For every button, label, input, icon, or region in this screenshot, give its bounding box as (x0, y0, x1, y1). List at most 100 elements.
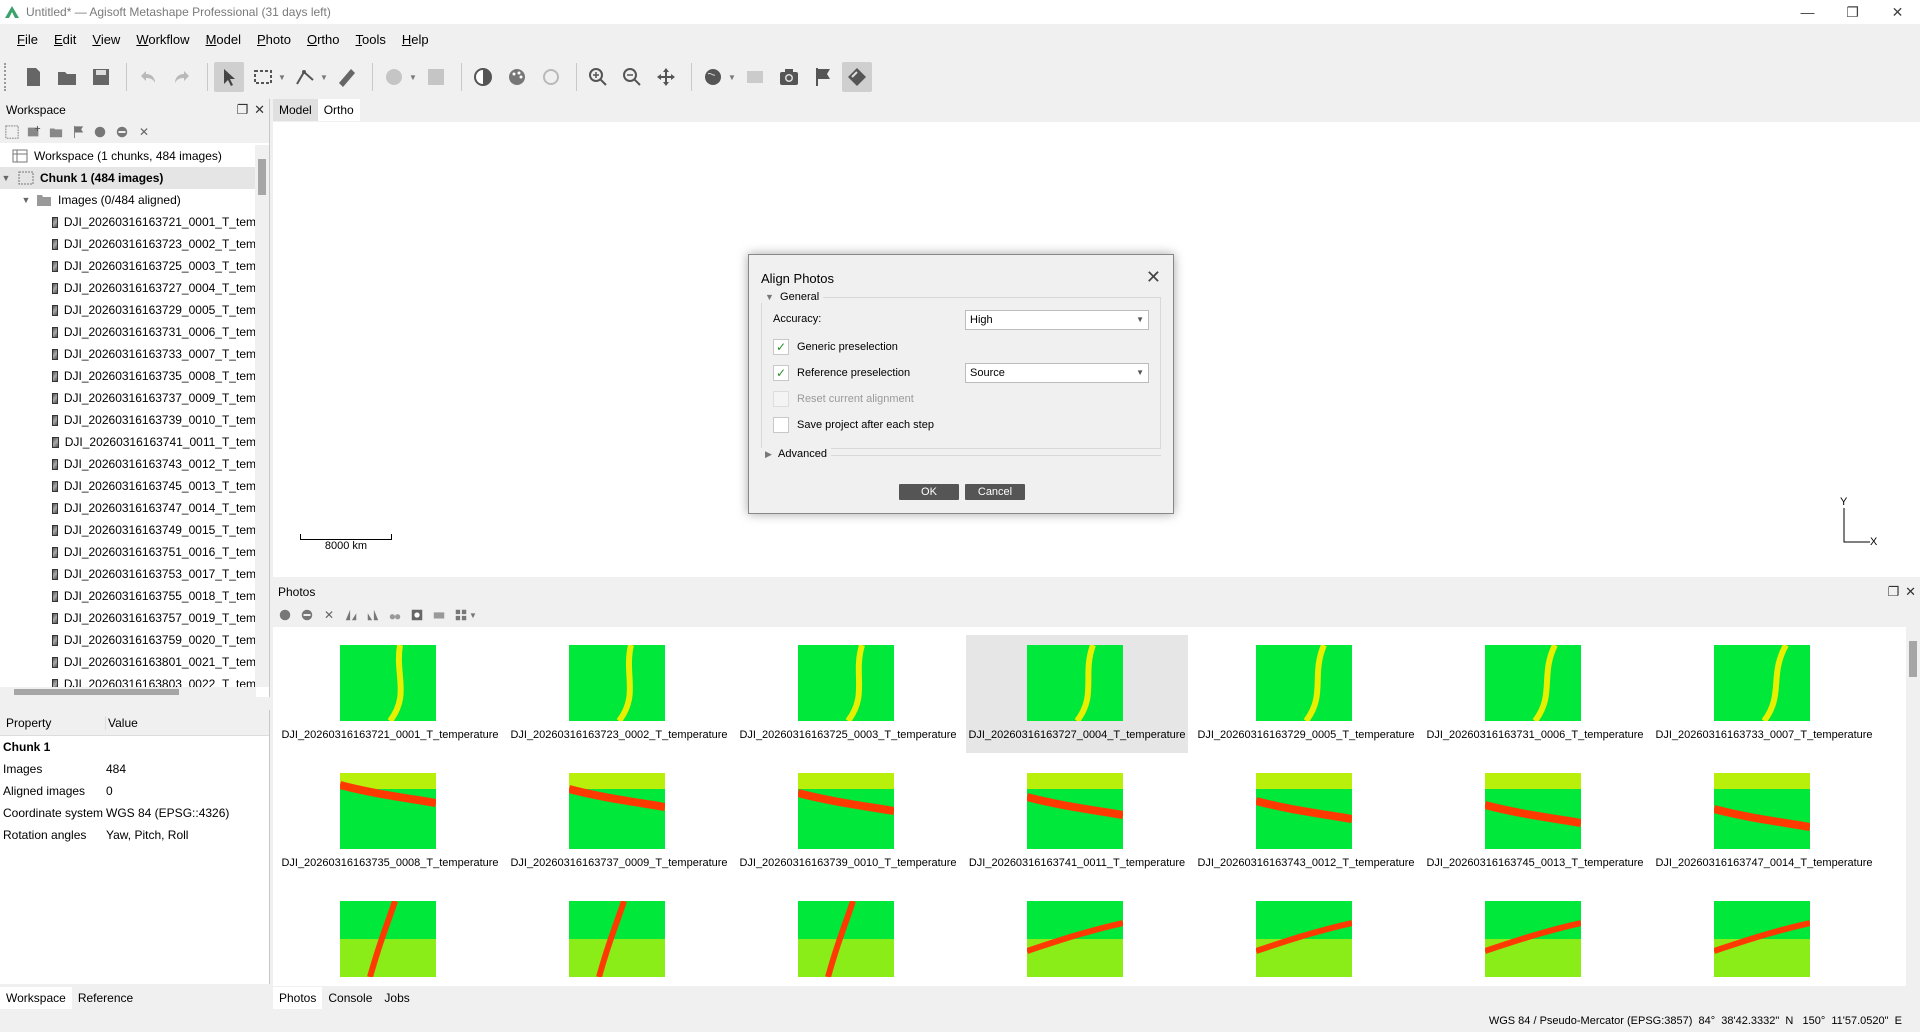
tab-jobs[interactable]: Jobs (378, 987, 415, 1009)
tab-reference[interactable]: Reference (72, 987, 139, 1009)
menu-ortho[interactable]: Ortho (299, 29, 348, 51)
tree-image-item[interactable]: DJI_20260316163747_0014_T_tem (0, 497, 256, 519)
ruler-icon[interactable] (332, 62, 362, 92)
open-folder-icon[interactable] (52, 62, 82, 92)
grid-icon[interactable] (740, 62, 770, 92)
map-marker-icon[interactable] (842, 62, 872, 92)
tree-image-item[interactable]: DJI_20260316163751_0016_T_tem (0, 541, 256, 563)
tree-image-item[interactable]: DJI_20260316163749_0015_T_tem (0, 519, 256, 541)
menu-photo[interactable]: Photo (249, 29, 299, 51)
photo-thumbnail[interactable]: DJI_20260316163747_0014_T_temperature (1653, 763, 1875, 881)
tree-image-item[interactable]: DJI_20260316163723_0002_T_tem (0, 233, 256, 255)
photo-thumbnail[interactable] (279, 891, 501, 986)
add-chunk-icon[interactable] (4, 124, 20, 140)
rotate-left-icon[interactable] (343, 607, 359, 623)
disable-icon[interactable] (299, 607, 315, 623)
view-mode-icon[interactable] (453, 607, 469, 623)
reference-preselection-row[interactable]: ✓ Reference preselection (773, 365, 910, 381)
tree-image-item[interactable]: DJI_20260316163739_0010_T_tem (0, 409, 256, 431)
photo-thumbnail[interactable]: DJI_20260316163727_0004_T_temperature (966, 635, 1188, 753)
generic-preselection-row[interactable]: ✓ Generic preselection (773, 339, 898, 355)
chevron-down-icon[interactable]: ▼ (278, 73, 286, 82)
toolbar-grip[interactable] (4, 63, 10, 91)
workspace-horizontal-scrollbar[interactable] (0, 687, 256, 697)
reference-preselection-select[interactable]: Source ▼ (965, 363, 1149, 383)
photos-vertical-scrollbar[interactable] (1906, 627, 1920, 986)
shading-icon[interactable] (468, 62, 498, 92)
photo-thumbnail[interactable]: DJI_20260316163741_0011_T_temperature (966, 763, 1188, 881)
tree-image-item[interactable]: DJI_20260316163725_0003_T_tem (0, 255, 256, 277)
enable-icon[interactable] (92, 124, 108, 140)
hand-tool-icon[interactable] (379, 62, 409, 92)
photo-thumbnail[interactable]: DJI_20260316163721_0001_T_temperature (279, 635, 501, 753)
property-row[interactable]: Rotation angles Yaw, Pitch, Roll (0, 824, 269, 846)
photo-thumbnail[interactable] (508, 891, 730, 986)
filter-icon[interactable] (387, 607, 403, 623)
tree-image-item[interactable]: DJI_20260316163727_0004_T_tem (0, 277, 256, 299)
photo-thumbnail[interactable]: DJI_20260316163723_0002_T_temperature (508, 635, 730, 753)
redo-icon[interactable] (167, 62, 197, 92)
save-project-checkbox[interactable] (773, 417, 789, 433)
navigation-cursor-icon[interactable] (214, 62, 244, 92)
mask-icon[interactable] (409, 607, 425, 623)
property-column-header[interactable]: Property (0, 715, 106, 730)
move-icon[interactable] (651, 62, 681, 92)
flag-icon[interactable] (808, 62, 838, 92)
draw-polyline-icon[interactable] (290, 62, 320, 92)
remove-icon[interactable]: ✕ (136, 124, 152, 140)
tree-image-item[interactable]: DJI_20260316163757_0019_T_tem (0, 607, 256, 629)
globe-icon[interactable] (698, 62, 728, 92)
enable-icon[interactable] (277, 607, 293, 623)
chevron-down-icon[interactable]: ▼ (0, 173, 12, 183)
save-project-row[interactable]: Save project after each step (773, 417, 934, 433)
palette-icon[interactable] (502, 62, 532, 92)
menu-help[interactable]: Help (394, 29, 437, 51)
tree-image-item[interactable]: DJI_20260316163731_0006_T_tem (0, 321, 256, 343)
image-icon[interactable] (421, 62, 451, 92)
menu-view[interactable]: View (84, 29, 128, 51)
property-row[interactable]: Images 484 (0, 758, 269, 780)
menu-edit[interactable]: Edit (46, 29, 84, 51)
float-panel-icon[interactable]: ❐ (1887, 584, 1899, 600)
photo-thumbnail[interactable]: DJI_20260316163733_0007_T_temperature (1653, 635, 1875, 753)
restore-icon[interactable]: ❐ (1830, 0, 1875, 24)
photo-thumbnail[interactable]: DJI_20260316163737_0009_T_temperature (508, 763, 730, 881)
tree-image-item[interactable]: DJI_20260316163745_0013_T_tem (0, 475, 256, 497)
property-row[interactable]: Aligned images 0 (0, 780, 269, 802)
tree-image-item[interactable]: DJI_20260316163755_0018_T_tem (0, 585, 256, 607)
menu-tools[interactable]: Tools (348, 29, 394, 51)
value-column-header[interactable]: Value (106, 716, 138, 730)
tree-chunk[interactable]: ▼ Chunk 1 (484 images) (0, 167, 256, 189)
tree-image-item[interactable]: DJI_20260316163733_0007_T_tem (0, 343, 256, 365)
tab-model[interactable]: Model (273, 99, 318, 121)
tree-image-item[interactable]: DJI_20260316163741_0011_T_tem (0, 431, 256, 453)
photo-thumbnail[interactable] (737, 891, 959, 986)
tab-photos[interactable]: Photos (273, 987, 323, 1009)
photo-thumbnail[interactable] (1653, 891, 1875, 986)
tree-image-item[interactable]: DJI_20260316163737_0009_T_tem (0, 387, 256, 409)
tree-image-item[interactable]: DJI_20260316163801_0021_T_tem (0, 651, 256, 673)
add-folder-icon[interactable] (48, 124, 64, 140)
add-photos-icon[interactable] (26, 124, 42, 140)
remove-icon[interactable]: ✕ (321, 607, 337, 623)
tree-images-folder[interactable]: ▼ Images (0/484 aligned) (0, 189, 256, 211)
tab-console[interactable]: Console (322, 987, 378, 1009)
tree-image-item[interactable]: DJI_20260316163753_0017_T_tem (0, 563, 256, 585)
workspace-vertical-scrollbar[interactable] (255, 145, 269, 687)
photo-thumbnail[interactable] (1424, 891, 1646, 986)
zoom-in-icon[interactable] (583, 62, 613, 92)
close-window-icon[interactable]: ✕ (1875, 0, 1920, 24)
general-group-header[interactable]: ▼ General (761, 291, 824, 303)
ok-button[interactable]: OK (899, 484, 959, 500)
new-document-icon[interactable] (18, 62, 48, 92)
disable-icon[interactable] (114, 124, 130, 140)
advanced-group-header[interactable]: ▶ Advanced (761, 448, 831, 460)
photo-thumbnail[interactable] (1195, 891, 1417, 986)
close-panel-icon[interactable]: ✕ (254, 102, 265, 118)
camera-icon[interactable] (774, 62, 804, 92)
tree-image-item[interactable]: DJI_20260316163743_0012_T_tem (0, 453, 256, 475)
undo-icon[interactable] (133, 62, 163, 92)
rectangle-selection-icon[interactable] (248, 62, 278, 92)
photo-thumbnail[interactable]: DJI_20260316163725_0003_T_temperature (737, 635, 959, 753)
save-icon[interactable] (86, 62, 116, 92)
